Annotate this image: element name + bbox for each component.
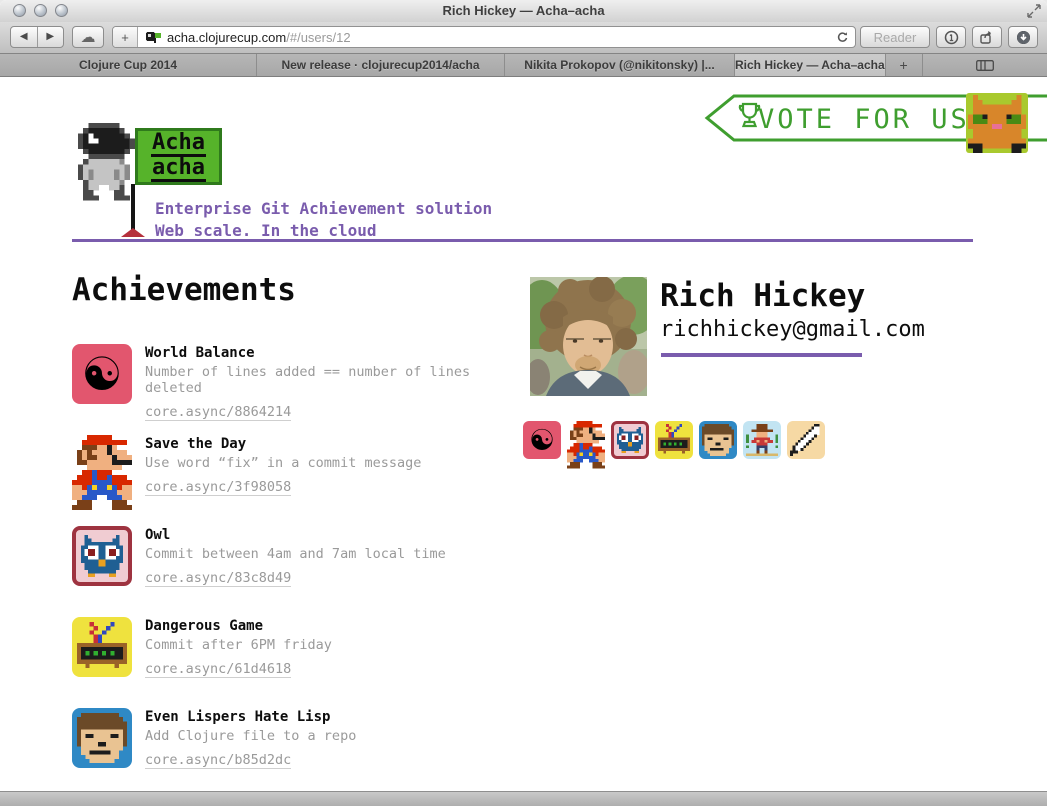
achievement-commit-link[interactable]: core.async/3f98058 xyxy=(145,480,291,496)
user-badges-row: ☯ xyxy=(523,421,825,459)
achievement-item: ☯ World Balance Number of lines added ==… xyxy=(72,344,512,404)
show-all-tabs-button[interactable] xyxy=(923,54,1047,76)
page-content: Acha acha Enterprise Git Achievement sol… xyxy=(0,77,1047,792)
achievements-heading: Achievements xyxy=(72,275,296,306)
nav-buttons: ◀ ▶ xyxy=(10,26,64,48)
reader-button[interactable]: Reader xyxy=(860,26,930,48)
tab-bar: Clojure Cup 2014 New release · clojurecu… xyxy=(0,54,1047,77)
circled-one-icon xyxy=(944,30,959,45)
achievement-title: Save the Day xyxy=(145,436,421,452)
achievement-commit-link[interactable]: core.async/b85d2dc xyxy=(145,753,291,769)
share-icon xyxy=(979,30,995,45)
achievement-title: World Balance xyxy=(145,345,512,361)
achievement-commit-link[interactable]: core.async/8864214 xyxy=(145,405,291,421)
site-tagline: Enterprise Git Achievement solution Web … xyxy=(155,198,492,242)
dynamite-badge[interactable] xyxy=(655,421,693,459)
achievement-description: Commit between 4am and 7am local time xyxy=(145,546,446,562)
safari-window: Rich Hickey — Acha–acha ◀ ▶ ☁ + ach xyxy=(0,0,1047,806)
url-path: /#/users/12 xyxy=(286,30,350,45)
achievement-item: Dangerous Game Commit after 6PM friday c… xyxy=(72,617,512,677)
vote-banner-label[interactable]: VOTE FOR US xyxy=(758,106,970,133)
window-title: Rich Hickey — Acha–acha xyxy=(0,0,1047,22)
trophy-icon xyxy=(740,104,759,126)
sidebar-button[interactable] xyxy=(936,26,966,48)
browser-tab[interactable]: Nikita Prokopov (@nikitonsky) |... xyxy=(505,54,735,76)
site-favicon-icon xyxy=(145,31,162,44)
achievement-icon xyxy=(72,617,132,677)
achievement-commit-link[interactable]: core.async/61d4618 xyxy=(145,662,291,678)
forward-button[interactable]: ▶ xyxy=(38,27,64,47)
cowboy-badge[interactable] xyxy=(743,421,781,459)
user-email: richhickey@gmail.com xyxy=(660,318,925,342)
close-window-button[interactable] xyxy=(13,4,26,17)
achievements-list: ☯ World Balance Number of lines added ==… xyxy=(72,344,512,799)
browser-toolbar: ◀ ▶ ☁ + acha.clojurecup.com/#/users/12 xyxy=(0,22,1047,54)
downloads-button[interactable] xyxy=(1008,26,1038,48)
lisper-badge[interactable] xyxy=(699,421,737,459)
achievement-icon: ☯ xyxy=(72,344,132,404)
cloud-icon: ☁ xyxy=(81,28,96,46)
logo-line2: acha xyxy=(151,157,206,182)
achievement-title: Owl xyxy=(145,527,446,543)
achievement-icon xyxy=(72,708,132,768)
achievement-item: Owl Commit between 4am and 7am local tim… xyxy=(72,526,512,586)
achievement-commit-link[interactable]: core.async/83c8d49 xyxy=(145,571,291,587)
flag-pole xyxy=(131,184,135,232)
new-tab-button[interactable]: + xyxy=(886,54,923,76)
user-divider xyxy=(661,353,862,357)
add-bookmark-button[interactable]: + xyxy=(113,27,138,47)
header-divider xyxy=(72,239,973,242)
flag-pole-base xyxy=(121,228,145,237)
browser-tab[interactable]: New release · clojurecup2014/acha xyxy=(257,54,505,76)
yinyang-badge[interactable]: ☯ xyxy=(523,421,561,459)
title-bar: Rich Hickey — Acha–acha xyxy=(0,0,1047,23)
download-icon xyxy=(1016,30,1031,45)
refresh-icon[interactable] xyxy=(836,31,849,44)
bottom-bar xyxy=(0,791,1047,806)
achievement-description: Use word “fix” in a commit message xyxy=(145,455,421,471)
achievement-item: Even Lispers Hate Lisp Add Clojure file … xyxy=(72,708,512,768)
logo-line1: Acha xyxy=(151,132,206,157)
browser-tab[interactable]: Rich Hickey — Acha–acha xyxy=(735,54,886,76)
cat-mascot-icon xyxy=(966,93,1028,153)
address-bar[interactable]: + acha.clojurecup.com/#/users/12 xyxy=(112,26,856,48)
tab-overview-icon xyxy=(976,60,994,71)
url-host: acha.clojurecup.com xyxy=(167,30,286,45)
user-photo xyxy=(530,277,647,396)
achievement-description: Commit after 6PM friday xyxy=(145,637,332,653)
mario-badge[interactable] xyxy=(567,421,605,459)
achievement-description: Number of lines added == number of lines… xyxy=(145,364,512,396)
back-button[interactable]: ◀ xyxy=(11,27,38,47)
user-name: Rich Hickey xyxy=(660,281,865,312)
zoom-window-button[interactable] xyxy=(55,4,68,17)
icloud-tabs-button[interactable]: ☁ xyxy=(72,26,104,48)
owl-badge[interactable] xyxy=(611,421,649,459)
minimize-window-button[interactable] xyxy=(34,4,47,17)
feather-badge[interactable] xyxy=(787,421,825,459)
tagline-line1: Enterprise Git Achievement solution xyxy=(155,198,492,220)
traffic-lights xyxy=(13,4,68,17)
acha-logo[interactable]: Acha acha xyxy=(135,128,222,185)
achievement-title: Even Lispers Hate Lisp xyxy=(145,709,356,725)
fullscreen-icon[interactable] xyxy=(1027,4,1041,18)
achievement-icon xyxy=(72,526,132,586)
browser-tab[interactable]: Clojure Cup 2014 xyxy=(0,54,257,76)
achievement-title: Dangerous Game xyxy=(145,618,332,634)
achievement-item: Save the Day Use word “fix” in a commit … xyxy=(72,435,512,495)
achievement-icon xyxy=(72,435,132,495)
achievement-description: Add Clojure file to a repo xyxy=(145,728,356,744)
share-button[interactable] xyxy=(972,26,1002,48)
